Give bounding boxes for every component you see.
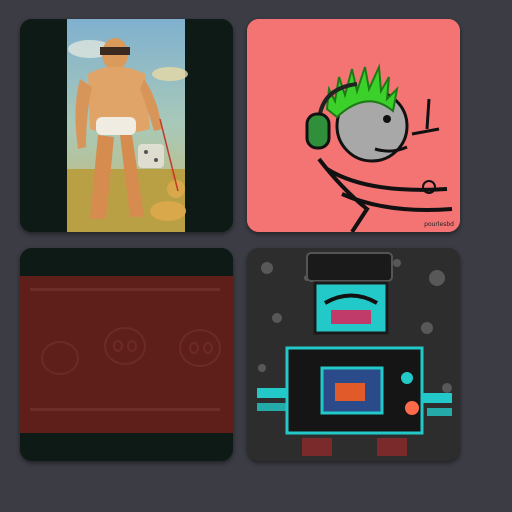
gallery-tile-muscle-man[interactable] <box>20 19 233 232</box>
headphones-figure-image <box>247 19 460 232</box>
neon-robot-image <box>247 248 460 461</box>
dark-skulls-image <box>20 248 233 461</box>
artist-signature: pourlesbd <box>424 221 454 228</box>
muscle-man-dog-image <box>20 19 233 232</box>
gallery-tile-headphones-figure[interactable]: pourlesbd <box>247 19 460 232</box>
gallery-tile-dark-skulls[interactable] <box>20 248 233 461</box>
gallery-tile-neon-robot[interactable] <box>247 248 460 461</box>
